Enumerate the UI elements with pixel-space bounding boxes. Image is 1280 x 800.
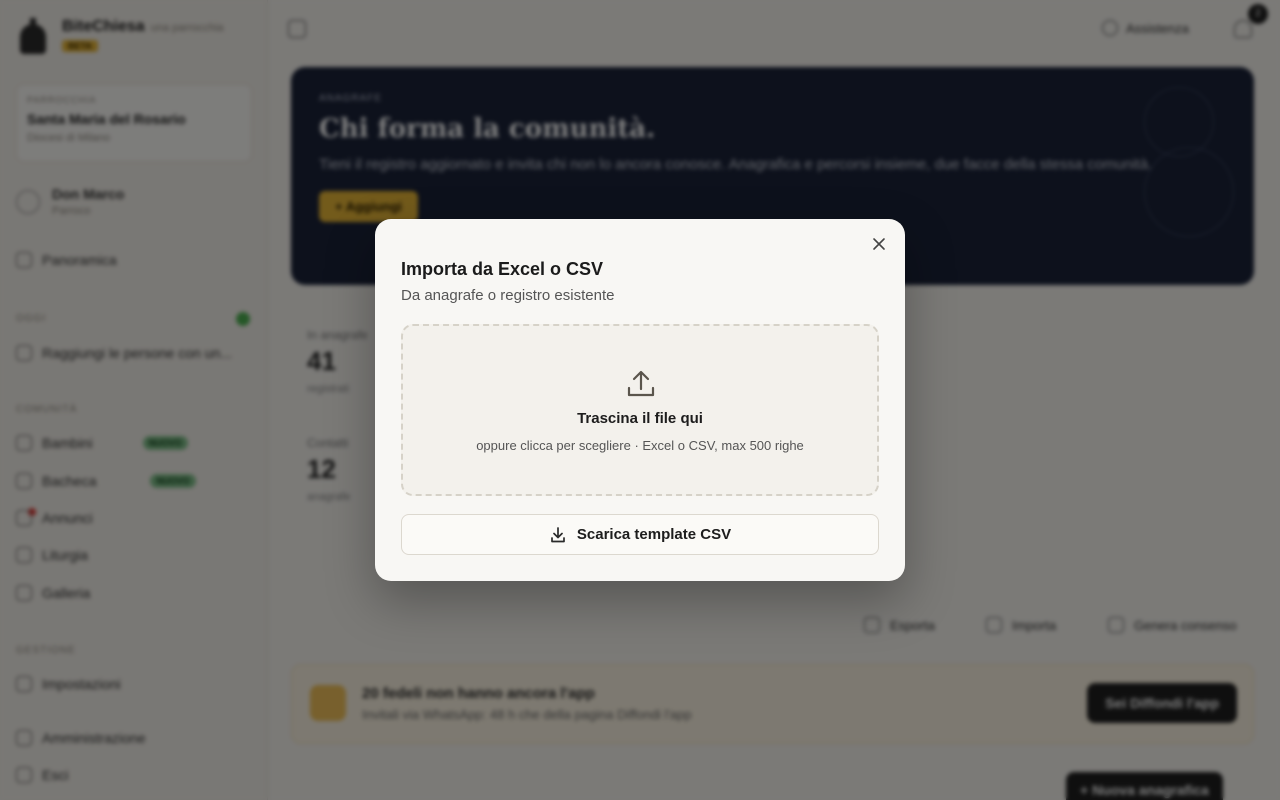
dialog-title: Importa da Excel o CSV <box>401 259 604 279</box>
file-dropzone[interactable]: Trascina il file qui oppure clicca per s… <box>401 324 879 496</box>
download-template-label: Scarica template CSV <box>576 526 732 543</box>
import-dialog: Importa da Excel o CSV Da anagrafe o reg… <box>375 219 905 581</box>
close-button[interactable] <box>869 234 889 254</box>
download-icon <box>551 526 565 542</box>
dialog-subtitle: Da anagrafe o registro esistente <box>401 287 615 304</box>
dropzone-title: Trascina il file qui <box>577 410 703 427</box>
dropzone-hint: oppure clicca per scegliere · Excel o CS… <box>476 438 804 453</box>
close-icon <box>873 238 885 250</box>
download-template-button[interactable]: Scarica template CSV <box>401 514 879 555</box>
upload-icon <box>627 370 655 397</box>
